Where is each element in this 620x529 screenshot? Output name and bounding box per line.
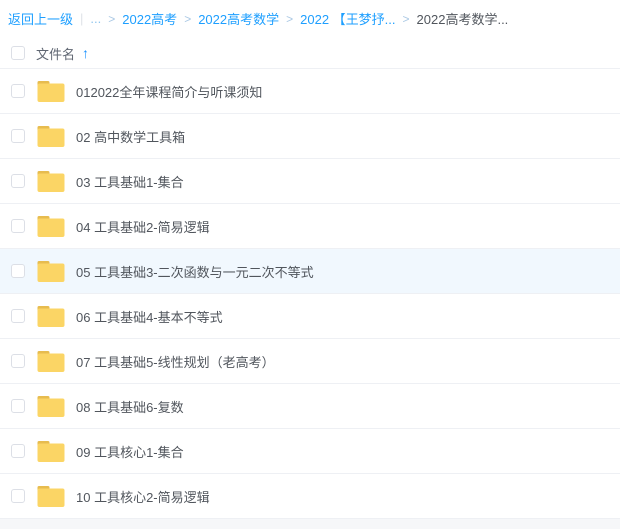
folder-icon [37, 351, 65, 372]
sort-ascending-icon[interactable]: ↑ [82, 45, 89, 61]
file-name[interactable]: 04 工具基础2-简易逻辑 [76, 217, 210, 236]
file-manager-page: 返回上一级 | ... > 2022高考 > 2022高考数学 > 2022 【… [0, 0, 620, 529]
row-checkbox[interactable] [11, 264, 25, 278]
breadcrumb-separator: > [108, 12, 115, 26]
breadcrumb-current-folder: 2022高考数学... [417, 9, 509, 28]
row-checkbox[interactable] [11, 174, 25, 188]
file-list: 012022全年课程简介与听课须知 02 高中数学工具箱 03 工具基础1-集合 [0, 68, 620, 519]
file-row[interactable]: 08 工具基础6-复数 [0, 384, 620, 429]
breadcrumb-pipe-divider: | [80, 11, 83, 26]
filename-column-header[interactable]: 文件名 [36, 44, 75, 63]
breadcrumb: 返回上一级 | ... > 2022高考 > 2022高考数学 > 2022 【… [0, 0, 620, 35]
file-name[interactable]: 08 工具基础6-复数 [76, 397, 184, 416]
select-all-checkbox[interactable] [11, 46, 25, 60]
row-checkbox[interactable] [11, 399, 25, 413]
folder-icon [37, 396, 65, 417]
file-name[interactable]: 05 工具基础3-二次函数与一元二次不等式 [76, 262, 314, 281]
folder-icon [37, 171, 65, 192]
row-checkbox[interactable] [11, 309, 25, 323]
file-row[interactable]: 03 工具基础1-集合 [0, 159, 620, 204]
file-row[interactable]: 02 高中数学工具箱 [0, 114, 620, 159]
list-header: 文件名 ↑ [0, 38, 620, 68]
file-row[interactable]: 04 工具基础2-简易逻辑 [0, 204, 620, 249]
file-name[interactable]: 06 工具基础4-基本不等式 [76, 307, 223, 326]
breadcrumb-separator: > [286, 12, 293, 26]
file-name[interactable]: 09 工具核心1-集合 [76, 442, 184, 461]
folder-icon [37, 126, 65, 147]
breadcrumb-item-2022gaokao[interactable]: 2022高考 [122, 9, 177, 28]
folder-icon [37, 261, 65, 282]
row-checkbox[interactable] [11, 219, 25, 233]
file-row[interactable]: 10 工具核心2-简易逻辑 [0, 474, 620, 519]
folder-icon [37, 486, 65, 507]
breadcrumb-ellipsis[interactable]: ... [90, 11, 101, 26]
file-name[interactable]: 02 高中数学工具箱 [76, 127, 185, 146]
row-checkbox[interactable] [11, 84, 25, 98]
back-to-parent-link[interactable]: 返回上一级 [8, 9, 73, 28]
row-checkbox[interactable] [11, 489, 25, 503]
folder-icon [37, 306, 65, 327]
row-checkbox[interactable] [11, 354, 25, 368]
breadcrumb-separator: > [403, 12, 410, 26]
breadcrumb-item-wangmengshu[interactable]: 2022 【王梦抒... [300, 9, 395, 28]
folder-icon [37, 216, 65, 237]
folder-icon [37, 441, 65, 462]
file-name[interactable]: 03 工具基础1-集合 [76, 172, 184, 191]
file-name[interactable]: 10 工具核心2-简易逻辑 [76, 487, 210, 506]
breadcrumb-separator: > [184, 12, 191, 26]
file-row[interactable]: 09 工具核心1-集合 [0, 429, 620, 474]
file-row[interactable]: 06 工具基础4-基本不等式 [0, 294, 620, 339]
file-name[interactable]: 012022全年课程简介与听课须知 [76, 82, 262, 101]
breadcrumb-item-2022gaokao-math[interactable]: 2022高考数学 [198, 9, 279, 28]
file-row[interactable]: 012022全年课程简介与听课须知 [0, 69, 620, 114]
row-checkbox[interactable] [11, 129, 25, 143]
folder-icon [37, 81, 65, 102]
file-row[interactable]: 07 工具基础5-线性规划（老高考） [0, 339, 620, 384]
bottom-strip [0, 519, 620, 529]
file-row[interactable]: 05 工具基础3-二次函数与一元二次不等式 [0, 249, 620, 294]
row-checkbox[interactable] [11, 444, 25, 458]
file-name[interactable]: 07 工具基础5-线性规划（老高考） [76, 352, 275, 371]
